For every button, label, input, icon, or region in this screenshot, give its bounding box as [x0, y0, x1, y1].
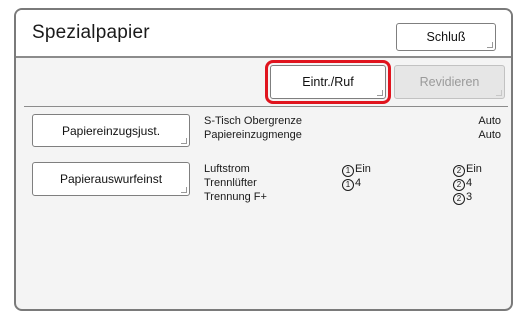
- output-row-label: Luftstrom: [204, 163, 250, 175]
- output-row-label: Trennung F+: [204, 191, 267, 203]
- output-row-value-1: 1 Ein: [342, 163, 371, 177]
- output-row-value-2: 2 Ein: [453, 163, 482, 177]
- header-bar: Spezialpapier Schluß: [16, 10, 511, 58]
- circled-number-icon: 2: [453, 193, 465, 205]
- revise-button[interactable]: Revidieren: [394, 65, 505, 99]
- output-row-label: Trennlüfter: [204, 177, 257, 189]
- circled-number-icon: 1: [342, 165, 354, 177]
- section-divider: [24, 106, 508, 107]
- entry-recall-button[interactable]: Eintr./Ruf: [270, 65, 386, 99]
- output-row-value-2: 23: [453, 191, 472, 205]
- circled-number-icon: 1: [342, 179, 354, 191]
- circled-number-icon: 2: [453, 179, 465, 191]
- feed-row-label: Papiereinzugmenge: [204, 129, 302, 141]
- feed-row-value: Auto: [478, 129, 501, 141]
- paper-feed-adjust-button[interactable]: Papiereinzugsjust.: [32, 114, 190, 147]
- output-row-value-1: 14: [342, 177, 361, 191]
- special-paper-screen: Spezialpapier Schluß Eintr./Ruf Revidier…: [14, 8, 513, 311]
- page-title: Spezialpapier: [32, 22, 150, 43]
- circled-number-icon: 2: [453, 165, 465, 177]
- feed-row-value: Auto: [478, 115, 501, 127]
- feed-row-label: S-Tisch Obergrenze: [204, 115, 303, 127]
- close-button[interactable]: Schluß: [396, 23, 496, 51]
- output-row-value-2: 24: [453, 177, 472, 191]
- paper-output-settings-button[interactable]: Papierauswurfeinst: [32, 162, 190, 196]
